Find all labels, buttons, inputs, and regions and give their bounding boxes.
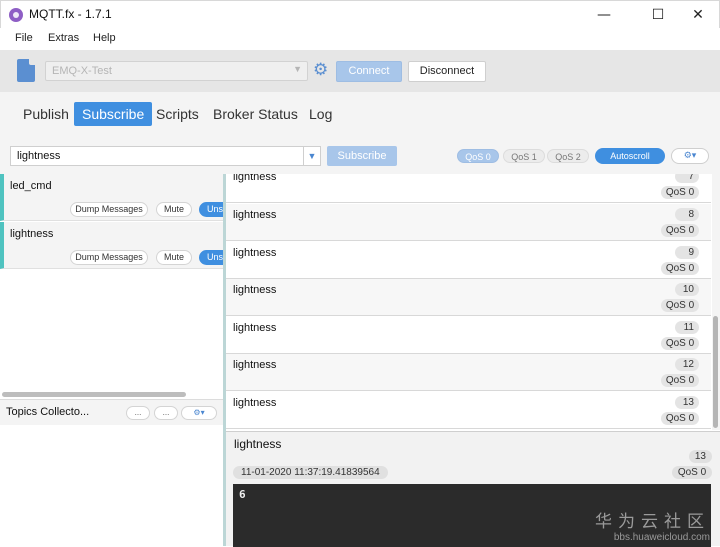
options-menu-button[interactable]: ⚙▾ — [671, 148, 709, 164]
message-number: 13 — [675, 396, 699, 409]
title-bar: MQTT.fx - 1.7.1 — ☐ ✕ — [0, 0, 720, 28]
menu-extras[interactable]: Extras — [48, 32, 79, 44]
subscription-item[interactable]: lightness Dump Messages Mute Uns — [0, 222, 223, 269]
subscription-topic: led_cmd — [10, 180, 52, 192]
gear-icon[interactable]: ⚙ — [313, 61, 331, 79]
message-qos: QoS 0 — [661, 374, 699, 387]
autoscroll-toggle[interactable]: Autoscroll — [595, 148, 665, 164]
message-qos: QoS 0 — [661, 262, 699, 275]
main-tabs: Publish Subscribe Scripts Broker Status … — [0, 92, 720, 138]
message-topic: lightness — [233, 359, 277, 371]
qos0-toggle[interactable]: QoS 0 — [457, 149, 499, 163]
message-qos: QoS 0 — [661, 299, 699, 312]
message-topic: lightness — [233, 284, 277, 296]
message-number: 9 — [675, 246, 699, 259]
unsubscribe-button[interactable]: Uns — [199, 250, 223, 265]
message-qos: QoS 0 — [661, 224, 699, 237]
connect-button[interactable]: Connect — [336, 61, 402, 82]
message-topic: lightness — [233, 209, 277, 221]
disconnect-button[interactable]: Disconnect — [408, 61, 486, 82]
document-icon[interactable] — [17, 59, 35, 82]
collector-options-button[interactable]: ⚙▾ — [181, 406, 217, 420]
subscription-topic: lightness — [10, 228, 54, 240]
detail-timestamp: 11-01-2020 11:37:19.41839564 — [233, 466, 388, 479]
message-row[interactable]: lightness 9 QoS 0 — [226, 242, 711, 279]
message-row[interactable]: lightness 13 QoS 0 — [226, 392, 711, 429]
menu-help[interactable]: Help — [93, 32, 116, 44]
window-title: MQTT.fx - 1.7.1 — [29, 7, 112, 21]
message-list: lightness 7 QoS 0 lightness 8 QoS 0 ligh… — [226, 174, 711, 430]
message-qos: QoS 0 — [661, 186, 699, 199]
mute-button[interactable]: Mute — [156, 250, 192, 265]
message-number: 8 — [675, 208, 699, 221]
message-qos: QoS 0 — [661, 337, 699, 350]
unsubscribe-button[interactable]: Uns — [199, 202, 223, 217]
topics-collector-list — [0, 425, 223, 546]
message-row[interactable]: lightness 10 QoS 0 — [226, 279, 711, 316]
message-row[interactable]: lightness 11 QoS 0 — [226, 317, 711, 354]
tab-subscribe[interactable]: Subscribe — [74, 102, 153, 126]
message-topic: lightness — [233, 322, 277, 334]
menu-file[interactable]: File — [15, 32, 33, 44]
message-topic: lightness — [233, 397, 277, 409]
watermark-title: 华为云社区 — [595, 512, 710, 532]
connection-profile-select[interactable]: EMQ-X-Test ▼ — [45, 61, 308, 81]
chevron-down-icon: ▼ — [307, 151, 317, 161]
message-number: 7 — [675, 174, 699, 183]
tab-scripts[interactable]: Scripts — [148, 102, 207, 126]
message-qos: QoS 0 — [661, 412, 699, 425]
subscribe-button[interactable]: Subscribe — [327, 146, 397, 166]
detail-qos: QoS 0 — [672, 466, 712, 479]
subscribe-bar: lightness ▼ Subscribe QoS 0 QoS 1 QoS 2 … — [0, 138, 720, 174]
message-topic: lightness — [233, 174, 277, 183]
watermark: 华为云社区 bbs.huaweicloud.com — [595, 507, 710, 543]
dump-messages-button[interactable]: Dump Messages — [70, 250, 148, 265]
collector-scan-button[interactable]: ... — [126, 406, 150, 420]
qos1-toggle[interactable]: QoS 1 — [503, 149, 545, 163]
vertical-scrollbar-thumb[interactable] — [713, 316, 718, 428]
topic-input[interactable]: lightness — [10, 146, 304, 166]
tab-log[interactable]: Log — [301, 102, 340, 126]
tab-publish[interactable]: Publish — [15, 102, 77, 126]
message-row[interactable]: lightness 8 QoS 0 — [226, 204, 711, 241]
message-number: 11 — [675, 321, 699, 334]
message-number: 10 — [675, 283, 699, 296]
minimize-button[interactable]: — — [581, 1, 627, 29]
mute-button[interactable]: Mute — [156, 202, 192, 217]
app-logo-icon — [9, 8, 23, 22]
tab-broker-status[interactable]: Broker Status — [205, 102, 306, 126]
connection-profile-value: EMQ-X-Test — [52, 65, 112, 77]
topics-collector-header: Topics Collecto... ... ... ⚙▾ — [0, 399, 223, 425]
dump-messages-button[interactable]: Dump Messages — [70, 202, 148, 217]
close-button[interactable]: ✕ — [675, 1, 720, 29]
collector-clear-button[interactable]: ... — [154, 406, 178, 420]
watermark-url: bbs.huaweicloud.com — [613, 532, 710, 543]
chevron-down-icon: ▼ — [293, 64, 302, 74]
subscription-item[interactable]: led_cmd Dump Messages Mute Uns — [0, 174, 223, 221]
qos2-toggle[interactable]: QoS 2 — [547, 149, 589, 163]
detail-topic: lightness — [234, 437, 282, 451]
message-row[interactable]: lightness 7 QoS 0 — [226, 174, 711, 203]
menu-bar: File Extras Help — [0, 28, 720, 50]
detail-number: 13 — [688, 450, 712, 463]
message-number: 12 — [675, 358, 699, 371]
horizontal-scrollbar[interactable] — [2, 392, 186, 397]
subscriptions-list: led_cmd Dump Messages Mute Uns lightness… — [0, 174, 223, 399]
topic-dropdown-button[interactable]: ▼ — [303, 146, 321, 166]
message-row[interactable]: lightness 12 QoS 0 — [226, 354, 711, 391]
message-topic: lightness — [233, 247, 277, 259]
topics-collector-label: Topics Collecto... — [6, 406, 90, 418]
